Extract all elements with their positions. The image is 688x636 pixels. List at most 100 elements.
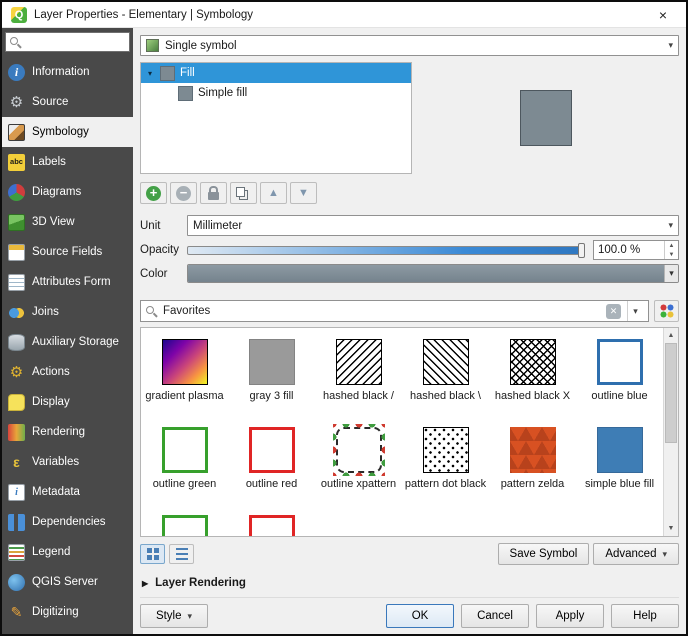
help-button[interactable]: Help [611, 604, 679, 628]
duplicate-symbol-layer-button[interactable] [230, 182, 257, 204]
scrollbar-thumb[interactable] [665, 343, 677, 443]
symbol-outline-green[interactable]: outline green [141, 418, 228, 506]
scrollbar-track[interactable] [664, 343, 678, 521]
duplicate-icon [236, 187, 245, 197]
symbol-simple-blue-fill[interactable]: simple blue fill [576, 418, 663, 506]
search-icon [10, 37, 21, 48]
symbol-gradient-plasma[interactable]: gradient plasma [141, 330, 228, 418]
list-view-icon [176, 548, 188, 560]
attributes-form-icon [8, 274, 25, 291]
move-down-button[interactable]: ▼ [290, 182, 317, 204]
symbol-type-combo[interactable]: Single symbol ▾ [140, 35, 679, 56]
symbol-swatch [510, 339, 556, 385]
sidebar-item-label: Labels [32, 156, 66, 168]
sidebar-item-3d-view[interactable]: 3D View [2, 207, 133, 237]
symbol-outline-red[interactable]: outline red [228, 418, 315, 506]
symbol-gray-3-fill[interactable]: gray 3 fill [228, 330, 315, 418]
sidebar-search[interactable] [5, 32, 130, 52]
symbol-item[interactable] [228, 506, 315, 536]
sidebar-item-rendering[interactable]: Rendering [2, 417, 133, 447]
scroll-up-icon[interactable]: ▲ [664, 328, 678, 343]
move-up-button[interactable]: ▲ [260, 182, 287, 204]
sidebar-item-joins[interactable]: Joins [2, 297, 133, 327]
sidebar-item-information[interactable]: Information [2, 57, 133, 87]
cancel-button[interactable]: Cancel [461, 604, 529, 628]
ok-button[interactable]: OK [386, 604, 454, 628]
icon-view-button[interactable] [140, 544, 165, 564]
symbol-pattern-zelda[interactable]: pattern zelda [489, 418, 576, 506]
symbol-item[interactable] [141, 506, 228, 536]
style-manager-icon [660, 304, 674, 318]
legend-icon [8, 544, 25, 561]
unit-combo[interactable]: Millimeter ▾ [187, 215, 679, 236]
style-menu-button[interactable]: Style ▾ [140, 604, 208, 628]
symbol-tree-item-fill[interactable]: ▾ Fill [141, 63, 411, 83]
save-symbol-button[interactable]: Save Symbol [498, 543, 590, 565]
symbol-hashed-black[interactable]: hashed black / [315, 330, 402, 418]
style-button-label: Style [156, 610, 182, 622]
symbol-layer-tree: ▾ Fill Simple fill [140, 62, 412, 174]
sidebar-item-attributes-form[interactable]: Attributes Form [2, 267, 133, 297]
window-title: Layer Properties - Elementary | Symbolog… [34, 9, 253, 21]
sidebar-item-metadata[interactable]: Metadata [2, 477, 133, 507]
search-icon [146, 306, 157, 317]
sidebar-item-display[interactable]: Display [2, 387, 133, 417]
sidebar-item-diagrams[interactable]: Diagrams [2, 177, 133, 207]
search-filter-dropdown-icon[interactable]: ▾ [627, 301, 643, 321]
sidebar-item-qgis-server[interactable]: QGIS Server [2, 567, 133, 597]
opacity-row: Opacity 100.0 % ▲▼ [140, 240, 679, 260]
apply-button[interactable]: Apply [536, 604, 604, 628]
clear-search-icon[interactable]: ✕ [606, 304, 621, 319]
symbol-name: pattern zelda [501, 478, 565, 491]
symbol-tree-item-simple-fill[interactable]: Simple fill [141, 83, 411, 103]
symbol-top: ▾ Fill Simple fill [140, 62, 679, 174]
layer-rendering-header[interactable]: ▶ Layer Rendering [140, 572, 679, 594]
sidebar-item-labels[interactable]: Labels [2, 147, 133, 177]
chevron-down-icon: ▾ [188, 611, 193, 622]
advanced-button[interactable]: Advanced ▾ [593, 543, 679, 565]
sidebar-item-source[interactable]: Source [2, 87, 133, 117]
unit-label: Unit [140, 220, 182, 232]
symbol-name: gradient plasma [145, 390, 223, 403]
sidebar-item-digitizing[interactable]: Digitizing [2, 597, 133, 627]
sidebar-item-source-fields[interactable]: Source Fields [2, 237, 133, 267]
symbol-outline-xpattern[interactable]: outline xpattern [315, 418, 402, 506]
auxiliary-storage-icon [8, 334, 25, 351]
add-symbol-layer-button[interactable] [140, 182, 167, 204]
chevron-down-icon[interactable]: ▾ [664, 265, 678, 282]
symbol-swatch [423, 339, 469, 385]
sidebar-item-legend[interactable]: Legend [2, 537, 133, 567]
style-search-box[interactable]: ✕ ▾ [140, 300, 649, 322]
sidebar-search-input[interactable] [25, 36, 125, 48]
symbol-hashed-black-x[interactable]: hashed black X [489, 330, 576, 418]
lock-color-button[interactable] [200, 182, 227, 204]
sidebar-item-dependencies[interactable]: Dependencies [2, 507, 133, 537]
symbol-outline-blue[interactable]: outline blue [576, 330, 663, 418]
spin-down-icon[interactable]: ▼ [665, 250, 678, 259]
symbol-hashed-black[interactable]: hashed black \ [402, 330, 489, 418]
close-icon[interactable]: × [649, 7, 677, 23]
opacity-slider-handle[interactable] [578, 243, 585, 258]
opacity-spinbox[interactable]: 100.0 % ▲▼ [593, 240, 679, 260]
style-manager-button[interactable] [654, 300, 679, 322]
sidebar-item-symbology[interactable]: Symbology [2, 117, 133, 147]
sidebar-item-actions[interactable]: Actions [2, 357, 133, 387]
lock-icon [208, 192, 219, 200]
list-view-button[interactable] [169, 544, 194, 564]
opacity-slider[interactable] [187, 246, 584, 255]
spinner-arrows[interactable]: ▲▼ [664, 241, 678, 259]
spin-up-icon[interactable]: ▲ [665, 241, 678, 250]
sidebar-item-auxiliary-storage[interactable]: Auxiliary Storage [2, 327, 133, 357]
grid-view-icon [147, 548, 159, 560]
symbol-name: hashed black \ [410, 390, 481, 403]
remove-symbol-layer-button[interactable] [170, 182, 197, 204]
scroll-down-icon[interactable]: ▼ [664, 521, 678, 536]
symbology-icon [8, 124, 25, 141]
sidebar-item-variables[interactable]: Variables [2, 447, 133, 477]
sidebar-item-label: Dependencies [32, 516, 106, 528]
expander-icon[interactable]: ▾ [145, 69, 155, 78]
color-button[interactable]: ▾ [187, 264, 679, 283]
symbol-pattern-dot-black[interactable]: pattern dot black [402, 418, 489, 506]
scrollbar[interactable]: ▲ ▼ [663, 328, 678, 536]
style-search-input[interactable] [163, 305, 600, 317]
